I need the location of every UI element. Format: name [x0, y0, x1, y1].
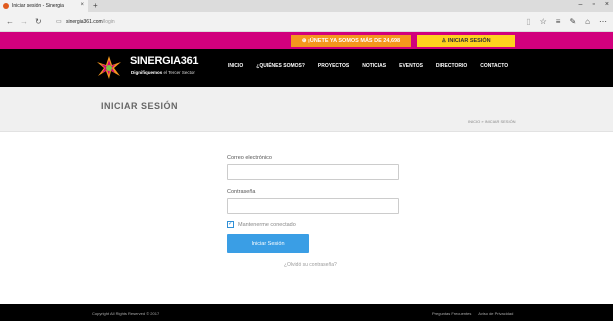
maximize-icon[interactable]: ▫: [592, 1, 594, 8]
tab-close-icon[interactable]: ×: [80, 2, 84, 8]
menu-item-inicio[interactable]: INICIO: [228, 63, 243, 69]
menu-item-directorio[interactable]: DIRECTORIO: [436, 63, 467, 69]
page-info-icon[interactable]: ▭: [56, 18, 62, 25]
share-icon[interactable]: ⌂: [585, 17, 590, 26]
menu-item-contacto[interactable]: CONTACTO: [480, 63, 508, 69]
page-title-band: [0, 87, 613, 132]
menu-item-quienes-somos[interactable]: ¿QUIÉNES SOMOS?: [256, 63, 305, 69]
url-field[interactable]: sinergia361.com/login: [66, 19, 115, 25]
footer-links: Preguntas Frecuentes Aviso de Privacidad: [432, 311, 519, 316]
refresh-icon[interactable]: ↻: [35, 17, 42, 26]
browser-tab-bar: Iniciar sesión - Sinergia × + – ▫ ×: [0, 0, 613, 12]
reading-view-icon[interactable]: ▯: [526, 17, 530, 26]
copyright-text: Copyright All Rights Reserved © 2017: [92, 311, 160, 316]
window-controls: – ▫ ×: [579, 1, 609, 8]
email-label: Correo electrónico: [227, 155, 272, 161]
email-field[interactable]: [227, 164, 399, 180]
hub-icon[interactable]: ≡: [556, 17, 561, 26]
password-label: Contraseña: [227, 189, 256, 195]
brand-name[interactable]: SINERGIA361: [130, 55, 199, 67]
browser-tab[interactable]: Iniciar sesión - Sinergia ×: [0, 0, 88, 12]
tagline-bold: Dignifiquemos: [131, 70, 163, 75]
forward-icon[interactable]: →: [20, 17, 28, 26]
web-note-icon[interactable]: ✎: [569, 17, 576, 26]
remember-label[interactable]: Mantenerme conectado: [238, 222, 296, 228]
brand-tagline: Dignifiquemos el Tercer Sector: [131, 70, 195, 75]
remember-checkbox[interactable]: ✓: [227, 221, 234, 228]
url-path: /login: [102, 19, 115, 25]
new-tab-icon[interactable]: +: [93, 1, 98, 10]
menu-item-proyectos[interactable]: PROYECTOS: [318, 63, 349, 69]
browser-toolbar: ▯ ☆ ≡ ✎ ⌂ ⋯: [526, 17, 607, 26]
join-button[interactable]: ⊕ ¡ÚNETE YA SOMOS MÁS DE 24,698: [291, 35, 411, 47]
tab-title: Iniciar sesión - Sinergia: [12, 3, 64, 9]
password-field[interactable]: [227, 198, 399, 214]
login-button[interactable]: ♙ INICIAR SESIÓN: [417, 35, 515, 47]
footer-link-privacy[interactable]: Aviso de Privacidad: [478, 311, 513, 316]
menu-item-eventos[interactable]: EVENTOS: [399, 63, 423, 69]
footer-link-faq[interactable]: Preguntas Frecuentes: [432, 311, 471, 316]
window-close-icon[interactable]: ×: [605, 1, 609, 8]
main-menu: INICIO ¿QUIÉNES SOMOS? PROYECTOS NOTICIA…: [228, 63, 521, 69]
menu-item-noticias[interactable]: NOTICIAS: [362, 63, 386, 69]
breadcrumb[interactable]: INICIO » INICIAR SESIÓN: [468, 119, 516, 124]
more-icon[interactable]: ⋯: [599, 17, 607, 26]
back-icon[interactable]: ←: [6, 17, 14, 26]
minimize-icon[interactable]: –: [579, 1, 583, 8]
forgot-password-link[interactable]: ¿Olvidó su contraseña?: [284, 262, 337, 268]
address-bar: ← → ↻ ▭ sinergia361.com/login ▯ ☆ ≡ ✎ ⌂ …: [0, 12, 613, 32]
submit-login-button[interactable]: Iniciar Sesión: [227, 234, 309, 253]
favorites-star-icon[interactable]: ☆: [540, 17, 547, 26]
sinergia-logo-icon[interactable]: [95, 54, 123, 80]
url-domain: sinergia361.com: [66, 19, 103, 25]
page-title: INICIAR SESIÓN: [101, 101, 179, 111]
site-favicon-icon: [3, 3, 9, 9]
tagline-rest: el Tercer Sector: [162, 70, 195, 75]
